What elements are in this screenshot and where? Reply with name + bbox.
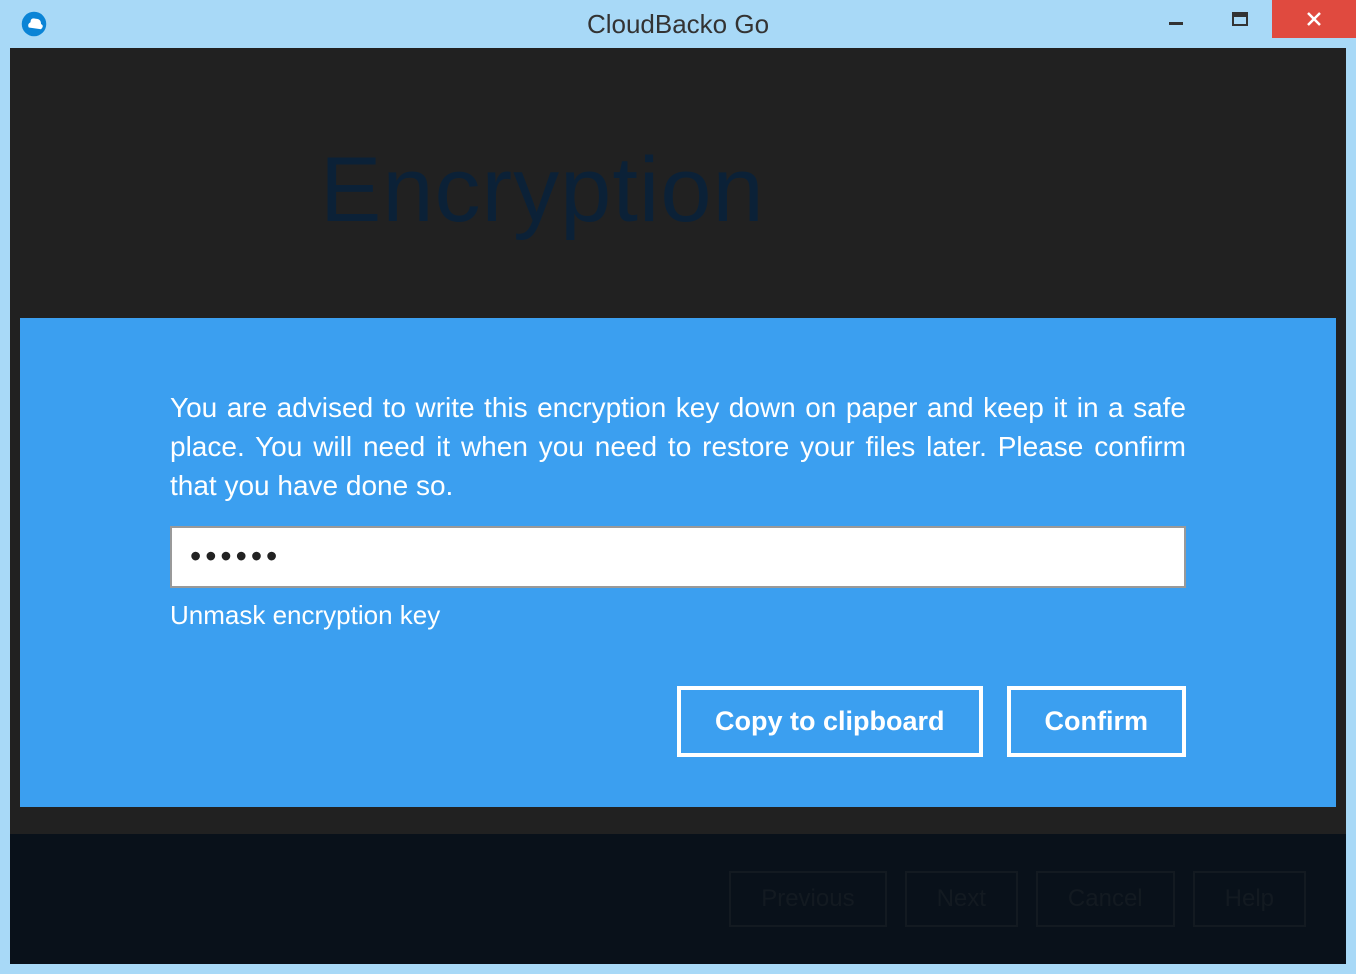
unmask-key-link[interactable]: Unmask encryption key [170,600,440,631]
app-logo-icon [20,10,48,38]
minimize-icon [1167,10,1185,28]
close-icon [1305,10,1323,28]
maximize-icon [1231,10,1249,28]
confirm-button[interactable]: Confirm [1007,686,1187,757]
window-title: CloudBacko Go [587,9,769,40]
maximize-button[interactable] [1208,0,1272,38]
encryption-key-modal: You are advised to write this encryption… [20,318,1336,807]
copy-clipboard-button[interactable]: Copy to clipboard [677,686,983,757]
app-body: Encryption Previous Next Cancel Help You… [10,48,1346,964]
minimize-button[interactable] [1144,0,1208,38]
modal-button-row: Copy to clipboard Confirm [170,686,1186,757]
encryption-key-input[interactable] [170,526,1186,588]
modal-message: You are advised to write this encryption… [170,388,1186,506]
close-button[interactable] [1272,0,1356,38]
titlebar: CloudBacko Go [0,0,1356,48]
window-controls [1144,0,1356,38]
